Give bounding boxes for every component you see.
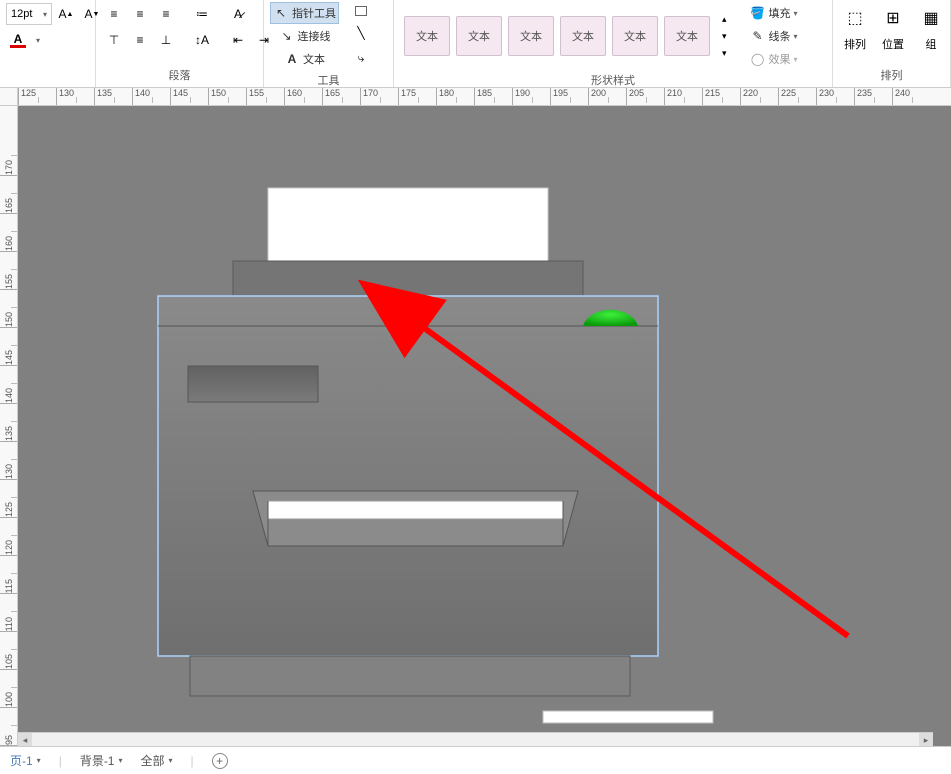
add-page-button[interactable]: + bbox=[212, 753, 228, 769]
all-selector[interactable]: 全部 ▾ bbox=[141, 752, 173, 769]
shape-rect-button[interactable] bbox=[349, 2, 373, 20]
position-icon: ⊞ bbox=[881, 6, 905, 30]
ruler-vertical[interactable]: 9510010511011512012513013514014515015516… bbox=[0, 106, 18, 746]
align-left-button[interactable]: ≡ bbox=[102, 2, 126, 26]
all-label: 全部 bbox=[141, 752, 165, 769]
style-preset-5[interactable]: 文本 bbox=[612, 16, 658, 56]
font-color-button[interactable]: A bbox=[6, 28, 30, 52]
scroll-left-button[interactable]: ◂ bbox=[18, 733, 32, 746]
background-selector[interactable]: 背景-1 ▾ bbox=[80, 752, 123, 769]
plus-icon: + bbox=[212, 753, 228, 769]
position-button-label: 位置 bbox=[882, 36, 904, 52]
ribbon-group-paragraph: ≡ ≡ ≡ ≔ A̷ ⊤ ≡ ⊥ ↕A ⇤ ⇥ bbox=[96, 0, 264, 87]
dropdown-arrow-icon: ▾ bbox=[169, 756, 173, 765]
shape-line-button[interactable]: ╲ bbox=[349, 21, 373, 45]
text-icon: A bbox=[284, 51, 300, 67]
effects-icon: ◯ bbox=[750, 51, 766, 67]
workspace: 1251301351401451501551601651701751801851… bbox=[0, 88, 951, 746]
style-preset-3[interactable]: 文本 bbox=[508, 16, 554, 56]
align-middle-button[interactable]: ≡ bbox=[128, 28, 152, 52]
clear-format-button[interactable]: A̷ bbox=[226, 2, 250, 26]
ribbon-group-arrange: ⬚ 排列 ⊞ 位置 ▦ 组 排列 bbox=[833, 0, 951, 87]
page-tab[interactable]: 页-1 ▾ bbox=[10, 752, 41, 769]
ruler-corner bbox=[0, 88, 18, 106]
effects-label: 效果 bbox=[769, 51, 791, 67]
style-gallery-more[interactable]: ▾ bbox=[720, 46, 729, 61]
pointer-icon: ↖ bbox=[273, 5, 289, 21]
group-icon: ▦ bbox=[919, 6, 943, 30]
line-label: 线条 bbox=[769, 28, 791, 44]
text-tool-button[interactable]: A 文本 bbox=[270, 48, 339, 70]
ruler-horizontal[interactable]: 1251301351401451501551601651701751801851… bbox=[18, 88, 951, 106]
pen-icon: ✎ bbox=[750, 28, 766, 44]
arrange-icon: ⬚ bbox=[843, 6, 867, 30]
group-button-label: 组 bbox=[926, 36, 937, 52]
line-button[interactable]: ✎ 线条 ▾ bbox=[747, 25, 801, 47]
connector-tool-label: 连接线 bbox=[298, 28, 331, 44]
style-gallery-up[interactable]: ▴ bbox=[720, 12, 729, 27]
ribbon-group-shape-styles: 文本 文本 文本 文本 文本 文本 ▴ ▾ ▾ 🪣 填充 ▾ bbox=[394, 0, 833, 87]
effects-button[interactable]: ◯ 效果 ▾ bbox=[747, 48, 801, 70]
ribbon-group-font-label bbox=[6, 81, 89, 85]
pointer-tool-label: 指针工具 bbox=[292, 5, 336, 21]
increase-font-button[interactable]: A▲ bbox=[54, 2, 78, 26]
fill-label: 填充 bbox=[769, 5, 791, 21]
bucket-icon: 🪣 bbox=[750, 5, 766, 21]
dropdown-arrow-icon: ▾ bbox=[37, 756, 41, 765]
statusbar: 页-1 ▾ | 背景-1 ▾ 全部 ▾ | + bbox=[0, 746, 951, 774]
page-tab-label: 页-1 bbox=[10, 752, 33, 769]
align-center-button[interactable]: ≡ bbox=[128, 2, 152, 26]
style-gallery-down[interactable]: ▾ bbox=[720, 29, 729, 44]
bullet-list-button[interactable]: ≔ bbox=[190, 2, 214, 26]
drawing bbox=[18, 106, 951, 746]
ribbon: 12pt ▾ A▲ A▼ A ▾ ≡ ≡ ≡ bbox=[0, 0, 951, 88]
align-top-button[interactable]: ⊤ bbox=[102, 28, 126, 52]
separator: | bbox=[191, 754, 194, 768]
connector-tool-button[interactable]: ↘ 连接线 bbox=[270, 25, 339, 47]
font-size-input[interactable]: 12pt ▾ bbox=[6, 3, 52, 25]
align-bottom-button[interactable]: ⊥ bbox=[154, 28, 178, 52]
style-preset-4[interactable]: 文本 bbox=[560, 16, 606, 56]
separator: | bbox=[59, 754, 62, 768]
dropdown-arrow-icon: ▾ bbox=[118, 756, 122, 765]
position-button[interactable]: ⊞ bbox=[877, 2, 909, 34]
ribbon-group-paragraph-label: 段落 bbox=[102, 65, 257, 85]
font-size-value: 12pt bbox=[11, 8, 32, 20]
style-preset-1[interactable]: 文本 bbox=[404, 16, 450, 56]
arrange-button[interactable]: ⬚ bbox=[839, 2, 871, 34]
ribbon-group-shape-styles-label: 形状样式 bbox=[400, 70, 826, 90]
align-right-button[interactable]: ≡ bbox=[154, 2, 178, 26]
shape-connector-button[interactable]: ⤷ bbox=[349, 46, 373, 70]
style-preset-2[interactable]: 文本 bbox=[456, 16, 502, 56]
style-preset-6[interactable]: 文本 bbox=[664, 16, 710, 56]
fill-button[interactable]: 🪣 填充 ▾ bbox=[747, 2, 801, 24]
scroll-right-button[interactable]: ▸ bbox=[919, 733, 933, 746]
arrange-button-label: 排列 bbox=[844, 36, 866, 52]
font-color-dropdown[interactable]: ▾ bbox=[32, 32, 44, 49]
canvas[interactable] bbox=[18, 106, 951, 746]
pointer-tool-button[interactable]: ↖ 指针工具 bbox=[270, 2, 339, 24]
background-label: 背景-1 bbox=[80, 752, 115, 769]
decrease-indent-button[interactable]: ⇤ bbox=[226, 28, 250, 52]
dropdown-arrow-icon: ▾ bbox=[43, 10, 47, 19]
printer-shape[interactable] bbox=[158, 188, 713, 723]
connector-icon: ↘ bbox=[279, 28, 295, 44]
ribbon-group-tools-label: 工具 bbox=[270, 70, 387, 90]
ribbon-group-arrange-label: 排列 bbox=[839, 65, 944, 85]
line-spacing-button[interactable]: ↕A bbox=[190, 28, 214, 52]
group-button[interactable]: ▦ bbox=[915, 2, 947, 34]
ribbon-group-tools: ↖ 指针工具 ↘ 连接线 A 文本 ╲ ⤷ 工具 bbox=[264, 0, 394, 87]
ribbon-group-font: 12pt ▾ A▲ A▼ A ▾ bbox=[0, 0, 96, 87]
scrollbar-horizontal[interactable]: ◂ ▸ bbox=[18, 732, 933, 746]
text-tool-label: 文本 bbox=[303, 51, 325, 67]
